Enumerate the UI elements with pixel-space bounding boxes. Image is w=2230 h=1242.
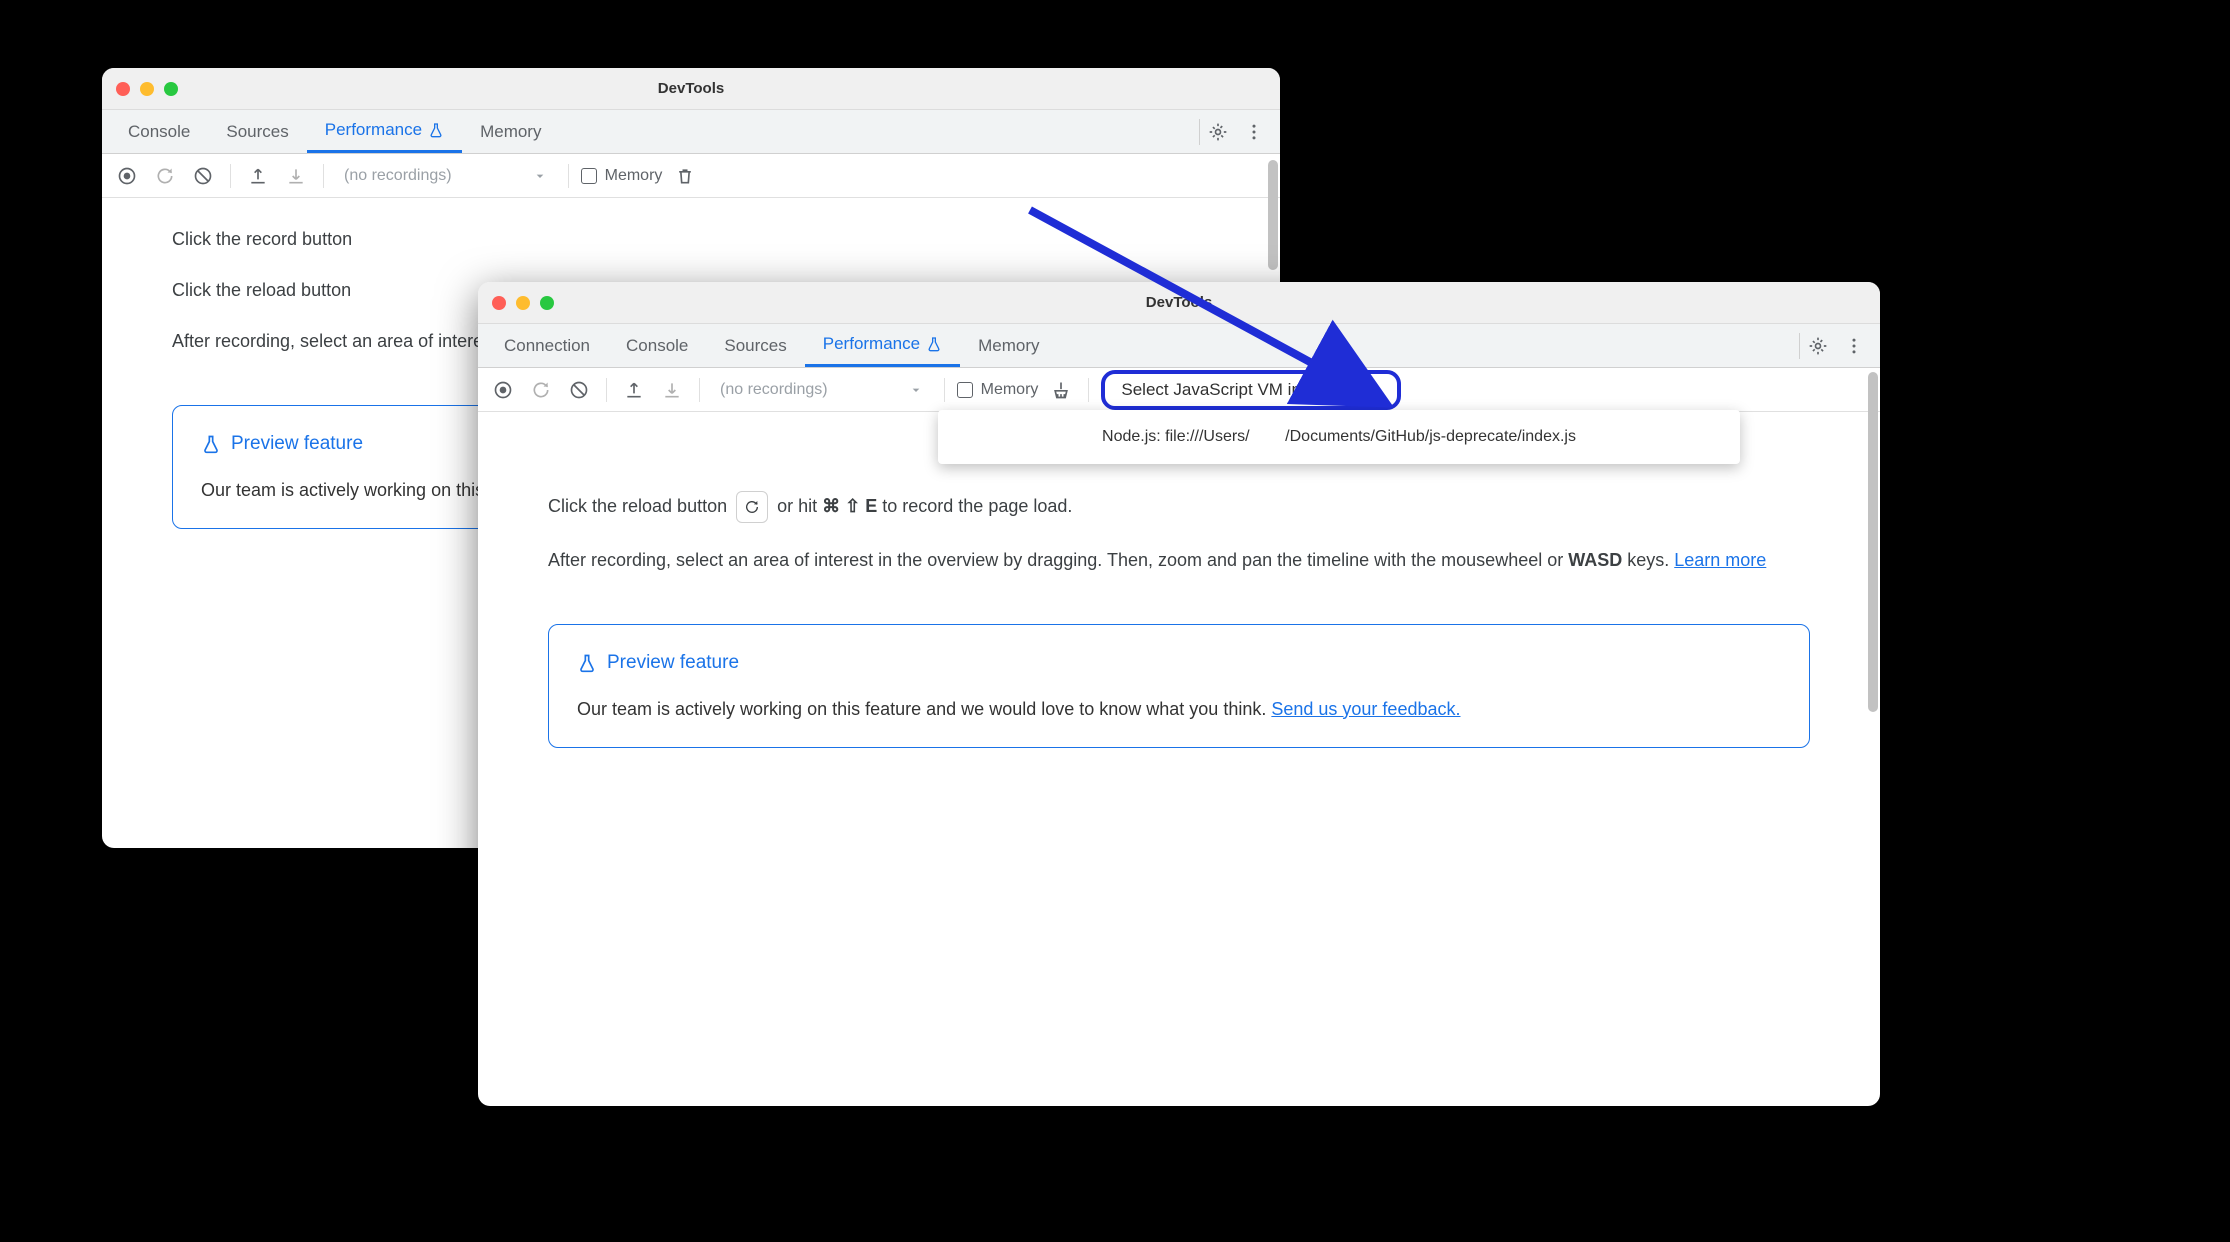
upload-button[interactable]: [619, 375, 649, 405]
clear-button[interactable]: [188, 161, 218, 191]
settings-button[interactable]: [1800, 328, 1836, 364]
traffic-lights[interactable]: [116, 82, 178, 96]
tabbar: Connection Console Sources Performance M…: [478, 324, 1880, 368]
toolbar: (no recordings) Memory Select JavaScript…: [478, 368, 1880, 412]
tab-console[interactable]: Console: [110, 110, 208, 153]
titlebar: DevTools: [478, 282, 1880, 324]
preview-card: Preview feature Our team is actively wor…: [548, 624, 1810, 748]
flask-icon: [428, 122, 444, 138]
collect-garbage-button[interactable]: [1046, 375, 1076, 405]
reload-button[interactable]: [150, 161, 180, 191]
maximize-window-button[interactable]: [164, 82, 178, 96]
reload-button[interactable]: [526, 375, 556, 405]
upload-button[interactable]: [243, 161, 273, 191]
flask-icon: [201, 434, 221, 454]
record-button[interactable]: [112, 161, 142, 191]
tabbar: Console Sources Performance Memory: [102, 110, 1280, 154]
scrollbar[interactable]: [1868, 372, 1878, 712]
tab-label: Memory: [480, 122, 541, 142]
tab-label: Performance: [823, 334, 920, 354]
tab-sources[interactable]: Sources: [706, 324, 804, 367]
tab-memory[interactable]: Memory: [960, 324, 1057, 367]
close-window-button[interactable]: [116, 82, 130, 96]
vm-select-label: Select JavaScript VM instance: [1121, 380, 1351, 400]
window-title: DevTools: [658, 80, 724, 97]
hint-reload: Click the reload button or hit ⌘ ⇧ E to …: [548, 491, 1810, 523]
memory-checkbox[interactable]: [581, 168, 597, 184]
preview-body: Our team is actively working on this fea…: [577, 696, 1781, 723]
reload-inline-icon: [736, 491, 768, 523]
flask-icon: [577, 653, 597, 673]
chevron-down-icon: [532, 168, 548, 184]
minimize-window-button[interactable]: [516, 296, 530, 310]
tab-label: Sources: [724, 336, 786, 356]
window-title: DevTools: [1146, 294, 1212, 311]
memory-checkbox[interactable]: [957, 382, 973, 398]
toolbar: (no recordings) Memory: [102, 154, 1280, 198]
more-menu-button[interactable]: [1836, 328, 1872, 364]
tab-connection[interactable]: Connection: [486, 324, 608, 367]
download-button[interactable]: [281, 161, 311, 191]
recordings-dropdown[interactable]: (no recordings): [712, 381, 932, 399]
traffic-lights[interactable]: [492, 296, 554, 310]
hint-record: Click the record button: [172, 226, 1210, 253]
recordings-dropdown[interactable]: (no recordings): [336, 167, 556, 185]
download-button[interactable]: [657, 375, 687, 405]
memory-label: Memory: [981, 381, 1039, 399]
vm-instance-popup: Node.js: file:///Users/ /Documents/GitHu…: [938, 410, 1740, 464]
content-area: x Click the reload button or hit ⌘ ⇧ E t…: [478, 412, 1880, 776]
recordings-placeholder: (no recordings): [344, 167, 452, 185]
tab-label: Console: [128, 122, 190, 142]
tab-memory[interactable]: Memory: [462, 110, 559, 153]
clear-button[interactable]: [564, 375, 594, 405]
tab-performance[interactable]: Performance: [805, 324, 960, 367]
preview-title: Preview feature: [577, 649, 1781, 678]
learn-more-link[interactable]: Learn more: [1674, 550, 1766, 570]
tab-label: Connection: [504, 336, 590, 356]
maximize-window-button[interactable]: [540, 296, 554, 310]
tab-console[interactable]: Console: [608, 324, 706, 367]
tab-performance[interactable]: Performance: [307, 110, 462, 153]
tab-sources[interactable]: Sources: [208, 110, 306, 153]
flask-icon: [926, 336, 942, 352]
settings-button[interactable]: [1200, 114, 1236, 150]
devtools-window-front: DevTools Connection Console Sources Perf…: [478, 282, 1880, 1106]
tab-label: Console: [626, 336, 688, 356]
minimize-window-button[interactable]: [140, 82, 154, 96]
feedback-link[interactable]: Send us your feedback.: [1271, 699, 1460, 719]
tab-label: Memory: [978, 336, 1039, 356]
chevron-down-icon: [908, 382, 924, 398]
tab-label: Sources: [226, 122, 288, 142]
vm-instance-option[interactable]: Node.js: file:///Users/ /Documents/GitHu…: [938, 424, 1740, 450]
tab-label: Performance: [325, 120, 422, 140]
trash-button[interactable]: [670, 161, 700, 191]
memory-label: Memory: [605, 167, 663, 185]
vm-instance-select[interactable]: Select JavaScript VM instance: [1101, 370, 1401, 410]
more-menu-button[interactable]: [1236, 114, 1272, 150]
caret-up-icon: [1369, 386, 1381, 394]
recordings-placeholder: (no recordings): [720, 381, 828, 399]
hint-after: After recording, select an area of inter…: [548, 547, 1810, 574]
scrollbar[interactable]: [1268, 160, 1278, 270]
record-button[interactable]: [488, 375, 518, 405]
close-window-button[interactable]: [492, 296, 506, 310]
titlebar: DevTools: [102, 68, 1280, 110]
